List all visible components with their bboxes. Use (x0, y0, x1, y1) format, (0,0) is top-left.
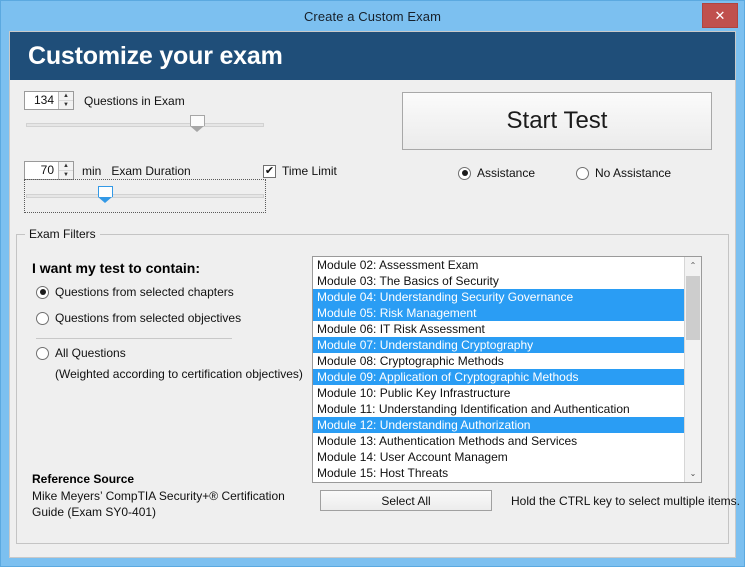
questions-label: Questions in Exam (84, 93, 185, 108)
client-area: Customize your exam 134 ▲ ▼ Questions in… (9, 31, 740, 558)
module-list-item[interactable]: Module 05: Risk Management (313, 305, 684, 321)
reference-source-line1: Mike Meyers’ CompTIA Security+® Certific… (32, 489, 285, 503)
module-list-item[interactable]: Module 14: User Account Managem (313, 449, 684, 465)
duration-slider-thumb[interactable] (97, 186, 113, 203)
questions-slider[interactable] (26, 113, 264, 137)
duration-spin-up-icon[interactable]: ▲ (59, 162, 73, 171)
time-limit-checkbox-row[interactable]: ✔ Time Limit (263, 164, 337, 178)
window-title: Create a Custom Exam (303, 8, 442, 24)
questions-spinner-arrows[interactable]: ▲ ▼ (58, 92, 73, 109)
filters-heading: I want my test to contain: (32, 260, 201, 276)
module-list-item[interactable]: Module 11: Understanding Identification … (313, 401, 684, 417)
time-limit-checkbox[interactable]: ✔ (263, 164, 276, 178)
duration-spinner[interactable]: 70 ▲ ▼ (24, 161, 74, 180)
duration-value[interactable]: 70 (25, 162, 58, 179)
questions-slider-thumb[interactable] (190, 115, 206, 132)
module-list-item[interactable]: Module 02: Assessment Exam (313, 257, 684, 273)
header-banner: Customize your exam (10, 32, 735, 80)
close-icon[interactable]: ✕ (702, 3, 738, 28)
module-list-item[interactable]: Module 08: Cryptographic Methods (313, 353, 684, 369)
module-list-item[interactable]: Module 15: Host Threats (313, 465, 684, 481)
duration-row: 70 ▲ ▼ min Exam Duration (24, 161, 191, 180)
select-all-label: Select All (381, 493, 431, 508)
ctrl-hint: Hold the CTRL key to select multiple ite… (511, 494, 740, 508)
module-list-item[interactable]: Module 07: Understanding Cryptography (313, 337, 684, 353)
objectives-label: Questions from selected objectives (55, 311, 242, 325)
module-list-item[interactable]: Module 13: Authentication Methods and Se… (313, 433, 684, 449)
questions-spin-up-icon[interactable]: ▲ (59, 92, 73, 101)
duration-unit-label: min (82, 163, 102, 178)
duration-spin-down-icon[interactable]: ▼ (59, 171, 73, 179)
all-questions-label: All Questions (55, 346, 126, 360)
all-questions-note: (Weighted according to certification obj… (55, 367, 303, 381)
body-area: 134 ▲ ▼ Questions in Exam 70 ▲ ▼ min Exa… (10, 80, 740, 557)
exam-filters-legend: Exam Filters (25, 227, 100, 241)
start-test-label: Start Test (506, 107, 608, 134)
select-all-button[interactable]: Select All (320, 490, 492, 511)
scroll-down-icon[interactable]: ⌄ (685, 465, 701, 482)
scrollbar-thumb[interactable] (686, 276, 700, 340)
reference-source-line2: Guide (Exam SY0-401) (32, 505, 157, 519)
assistance-radio-row[interactable]: Assistance (458, 166, 535, 180)
questions-slider-track[interactable] (26, 123, 264, 127)
questions-spinner[interactable]: 134 ▲ ▼ (24, 91, 74, 110)
page-title: Customize your exam (28, 41, 283, 70)
chapters-label: Questions from selected chapters (55, 285, 234, 299)
all-questions-radio[interactable] (36, 346, 49, 360)
module-list-items[interactable]: Module 02: Assessment Exam Module 03: The… (313, 257, 684, 482)
duration-slider-track[interactable] (26, 194, 264, 198)
questions-row: 134 ▲ ▼ Questions in Exam (24, 91, 185, 110)
no-assistance-radio[interactable] (576, 166, 589, 180)
module-listbox[interactable]: Module 02: Assessment Exam Module 03: The… (312, 256, 702, 483)
scroll-up-icon[interactable]: ⌃ (685, 257, 701, 274)
radio-row-all-questions[interactable]: All Questions (36, 346, 126, 360)
module-list-item[interactable]: Module 04: Understanding Security Govern… (313, 289, 684, 305)
chapters-radio[interactable] (36, 285, 49, 299)
assistance-radio[interactable] (458, 166, 471, 180)
start-test-button[interactable]: Start Test (402, 92, 712, 150)
module-list-scrollbar[interactable]: ⌃ ⌄ (684, 257, 701, 482)
duration-slider[interactable] (26, 184, 264, 208)
title-bar: Create a Custom Exam ✕ (1, 1, 744, 31)
custom-exam-window: Create a Custom Exam ✕ Customize your ex… (0, 0, 745, 567)
objectives-radio[interactable] (36, 311, 49, 325)
duration-label: Exam Duration (111, 163, 191, 178)
assistance-label: Assistance (477, 166, 536, 180)
radio-row-chapters[interactable]: Questions from selected chapters (36, 285, 234, 299)
module-list-item[interactable]: Module 12: Understanding Authorization (313, 417, 684, 433)
time-limit-label: Time Limit (282, 164, 337, 178)
filters-divider (36, 338, 232, 339)
module-list-item[interactable]: Module 06: IT Risk Assessment (313, 321, 684, 337)
reference-source-title: Reference Source (32, 472, 135, 486)
module-list-item[interactable]: Module 03: The Basics of Security (313, 273, 684, 289)
duration-spinner-arrows[interactable]: ▲ ▼ (58, 162, 73, 179)
module-list-item[interactable]: Module 09: Application of Cryptographic … (313, 369, 684, 385)
no-assistance-label: No Assistance (595, 166, 672, 180)
module-list-item[interactable]: Module 10: Public Key Infrastructure (313, 385, 684, 401)
questions-value[interactable]: 134 (25, 92, 58, 109)
questions-spin-down-icon[interactable]: ▼ (59, 101, 73, 109)
radio-row-objectives[interactable]: Questions from selected objectives (36, 311, 241, 325)
no-assistance-radio-row[interactable]: No Assistance (576, 166, 671, 180)
